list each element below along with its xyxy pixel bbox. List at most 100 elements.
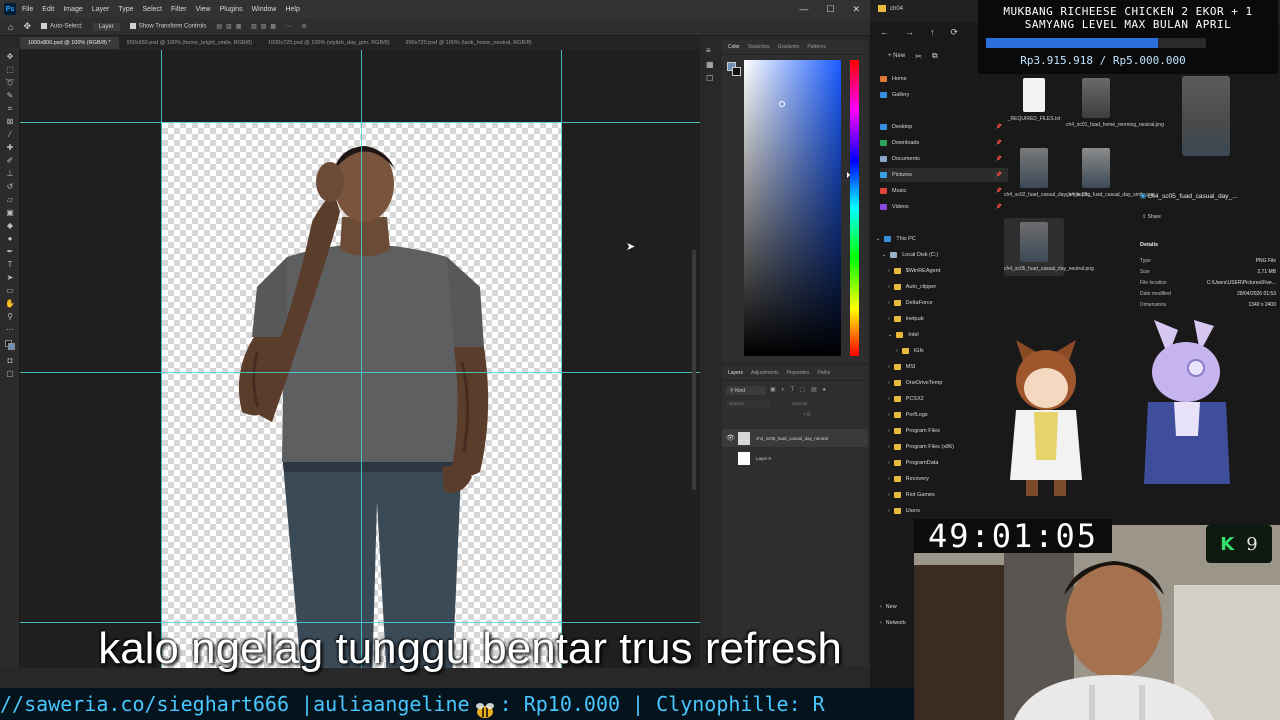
chevron-right-icon[interactable]: › bbox=[888, 476, 890, 482]
hand-tool-icon[interactable]: ✋ bbox=[5, 299, 15, 308]
fg-bg-color-icon[interactable] bbox=[5, 340, 15, 350]
chevron-right-icon[interactable]: › bbox=[888, 492, 890, 498]
tab-swatches[interactable]: Swatches bbox=[748, 44, 770, 50]
more-tools-icon[interactable]: ⋯ bbox=[5, 325, 15, 334]
menu-type[interactable]: Type bbox=[118, 6, 133, 13]
blend-mode-dropdown[interactable]: Normal bbox=[726, 400, 770, 408]
file-item[interactable]: ch4_sc03c_fuad_casual_day_smile.png bbox=[1066, 148, 1155, 198]
hue-slider[interactable] bbox=[847, 60, 859, 356]
pin-icon[interactable]: 📌 bbox=[996, 204, 1002, 210]
sidebar-folder-item[interactable]: › Users bbox=[888, 504, 1016, 518]
healing-tool-icon[interactable]: ✚ bbox=[5, 143, 15, 152]
stamp-tool-icon[interactable]: ⊥ bbox=[5, 169, 15, 178]
screen-mode-icon[interactable]: ▢ bbox=[5, 369, 15, 378]
hue-slider-handle[interactable] bbox=[847, 172, 850, 178]
chevron-right-icon[interactable]: › bbox=[896, 348, 898, 354]
menu-help[interactable]: Help bbox=[285, 6, 299, 13]
canvas-area[interactable]: ➤ bbox=[20, 50, 700, 668]
tab-patterns[interactable]: Patterns bbox=[807, 44, 826, 50]
tab-document-1[interactable]: 1000x800.psd @ 100% (RGB/8) * bbox=[20, 37, 119, 49]
sidebar-folder-item[interactable]: › DeltaForce bbox=[888, 296, 1016, 310]
eraser-tool-icon[interactable]: ▱ bbox=[5, 195, 15, 204]
new-button[interactable]: + New bbox=[888, 53, 905, 59]
copy-icon[interactable]: ⧉ bbox=[932, 51, 938, 61]
quick-mask-icon[interactable]: ◘ bbox=[5, 356, 15, 365]
path-select-tool-icon[interactable]: ➤ bbox=[5, 273, 15, 282]
properties-panel-icon[interactable]: ▦ bbox=[706, 60, 714, 69]
pin-icon[interactable]: 📌 bbox=[996, 124, 1002, 130]
history-panel-icon[interactable]: ≡ bbox=[706, 46, 711, 55]
pin-icon[interactable]: 📌 bbox=[996, 172, 1002, 178]
chevron-down-icon[interactable]: ⌄ bbox=[882, 252, 886, 258]
chevron-down-icon[interactable]: ⌄ bbox=[888, 332, 892, 338]
pen-tool-icon[interactable]: ✒ bbox=[5, 247, 15, 256]
frame-tool-icon[interactable]: ⊠ bbox=[5, 117, 15, 126]
tab-color[interactable]: Color bbox=[728, 44, 740, 50]
menu-filter[interactable]: Filter bbox=[171, 6, 187, 13]
share-button[interactable]: ⇪ Share bbox=[1142, 214, 1161, 220]
menu-image[interactable]: Image bbox=[63, 6, 82, 13]
back-button[interactable]: ← bbox=[880, 27, 889, 37]
move-tool-icon[interactable]: ✥ bbox=[5, 52, 15, 61]
chevron-right-icon[interactable]: › bbox=[888, 300, 890, 306]
file-item[interactable]: ch4_sc02_fuad_casual_day_smile.png bbox=[1004, 148, 1090, 198]
sidebar-folder-item[interactable]: › inetpub bbox=[888, 312, 1016, 326]
pin-icon[interactable]: 📌 bbox=[996, 188, 1002, 194]
sidebar-folder-item[interactable]: › Auto_clipper bbox=[888, 280, 1016, 294]
move-tool-icon[interactable]: ✥ bbox=[23, 21, 31, 32]
sidebar-item-music[interactable]: Music 📌 bbox=[880, 184, 1008, 198]
quick-select-tool-icon[interactable]: ✎ bbox=[5, 91, 15, 100]
lasso-tool-icon[interactable]: ➰ bbox=[5, 78, 15, 87]
sidebar-item-desktop[interactable]: Desktop 📌 bbox=[880, 120, 1008, 134]
sidebar-item-this-pc[interactable]: ⌄ This PC bbox=[876, 232, 1004, 246]
show-transform-checkbox[interactable]: Show Transform Controls bbox=[129, 23, 206, 30]
cut-icon[interactable]: ✂ bbox=[915, 52, 922, 61]
chevron-right-icon[interactable]: › bbox=[888, 380, 890, 386]
sidebar-item-local-disk[interactable]: ⌄ Local Disk (C:) bbox=[882, 248, 1010, 262]
forward-button[interactable]: → bbox=[905, 27, 914, 37]
chevron-right-icon[interactable]: › bbox=[888, 284, 890, 290]
tab-paths[interactable]: Paths bbox=[817, 370, 830, 376]
zoom-tool-icon[interactable]: ⚲ bbox=[5, 312, 15, 321]
file-item-selected[interactable]: ch4_sc05_fuad_casual_day_neutral.png bbox=[1004, 218, 1094, 276]
explorer-tab-title[interactable]: ch04 bbox=[890, 6, 903, 12]
crop-tool-icon[interactable]: ⌗ bbox=[5, 104, 15, 113]
refresh-button[interactable]: ⟳ bbox=[951, 27, 959, 38]
chevron-right-icon[interactable]: › bbox=[888, 396, 890, 402]
file-item[interactable]: _REQUIRED_FILES.txt bbox=[1004, 78, 1064, 122]
tab-document-4[interactable]: 990x720.psd @ 100% (tank_home_neutral, R… bbox=[398, 37, 540, 49]
tab-document-2[interactable]: 950x650.psd @ 100% (home_bright_smile, R… bbox=[119, 37, 260, 49]
layer-filter-dropdown[interactable]: ⚲ Kind bbox=[726, 386, 766, 395]
close-button[interactable]: ✕ bbox=[852, 4, 860, 15]
chevron-right-icon[interactable]: › bbox=[888, 428, 890, 434]
menu-window[interactable]: Window bbox=[252, 6, 277, 13]
tab-properties[interactable]: Properties bbox=[787, 370, 810, 376]
eye-icon[interactable]: 👁 bbox=[726, 434, 735, 442]
maximize-button[interactable]: ☐ bbox=[826, 4, 834, 15]
pin-icon[interactable]: 📌 bbox=[996, 156, 1002, 162]
sidebar-item-gallery[interactable]: Gallery bbox=[880, 88, 1008, 102]
align-icons[interactable]: ▤▥▦ ▧▨▩ ⋯ ⚙ bbox=[216, 23, 310, 30]
tab-gradients[interactable]: Gradients bbox=[778, 44, 800, 50]
auto-select-checkbox[interactable]: Auto-Select: bbox=[40, 23, 83, 30]
libraries-panel-icon[interactable]: ☐ bbox=[706, 74, 713, 83]
chevron-right-icon[interactable]: › bbox=[888, 268, 890, 274]
chevron-down-icon[interactable]: ⌄ bbox=[876, 236, 880, 242]
sidebar-item-downloads[interactable]: Downloads 📌 bbox=[880, 136, 1008, 150]
brush-tool-icon[interactable]: ✐ bbox=[5, 156, 15, 165]
history-brush-tool-icon[interactable]: ↺ bbox=[5, 182, 15, 191]
sidebar-folder-item[interactable]: › $WinREAgent bbox=[888, 264, 1016, 278]
chevron-right-icon[interactable]: › bbox=[888, 444, 890, 450]
document-canvas[interactable] bbox=[162, 122, 562, 668]
chevron-right-icon[interactable]: › bbox=[888, 316, 890, 322]
tab-document-3[interactable]: 1000x720.psd @ 100% (stylish_day_grin, R… bbox=[260, 37, 397, 49]
chevron-right-icon[interactable]: › bbox=[888, 412, 890, 418]
sidebar-item-pictures[interactable]: Pictures 📌 bbox=[880, 168, 1008, 182]
menu-view[interactable]: View bbox=[196, 6, 211, 13]
layer-row[interactable]: 👁 ch4_sc05_fuad_casual_day_neutral bbox=[722, 429, 868, 447]
chevron-right-icon[interactable]: › bbox=[880, 604, 882, 610]
tab-layers[interactable]: Layers bbox=[728, 370, 743, 376]
layer-filter-icons[interactable]: ▣ ◐ T ⬚ ▤ ● bbox=[770, 386, 850, 395]
pin-icon[interactable]: 📌 bbox=[996, 140, 1002, 146]
minimize-button[interactable]: — bbox=[799, 4, 808, 15]
